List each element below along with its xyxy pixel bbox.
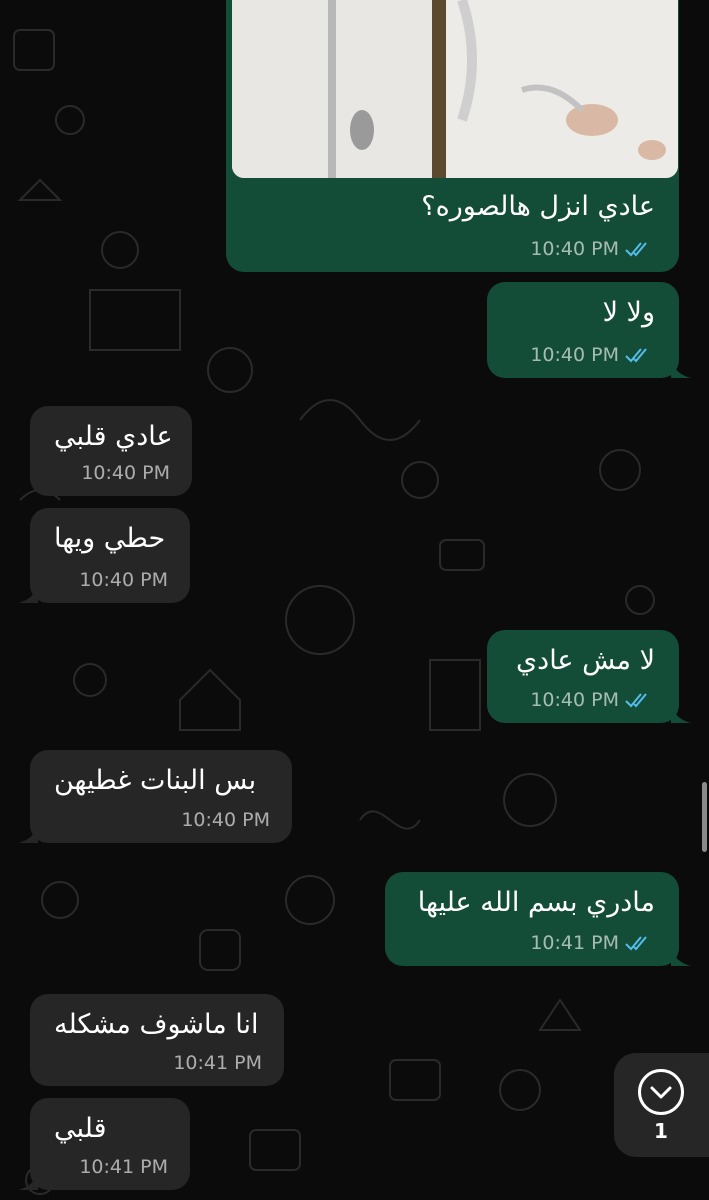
message-meta: 10:41 PM: [79, 1156, 168, 1178]
message-time: 10:40 PM: [181, 809, 270, 831]
message-meta: 10:40 PM: [181, 809, 270, 831]
incoming-message[interactable]: قلبي 10:41 PM: [18, 1098, 190, 1190]
bubble-tail: [18, 825, 38, 843]
outgoing-message[interactable]: لا مش عادي 10:40 PM: [487, 630, 691, 723]
unread-count-badge: 1: [654, 1119, 668, 1143]
message-time: 10:40 PM: [79, 569, 168, 591]
read-receipt-icon: [625, 348, 647, 363]
message-meta: 10:40 PM: [530, 344, 653, 366]
chevron-down-icon: [638, 1069, 684, 1115]
message-meta: 10:40 PM: [79, 569, 168, 591]
incoming-message[interactable]: انا ماشوف مشكله 10:41 PM: [30, 994, 284, 1086]
bubble-tail: [671, 705, 691, 723]
message-meta: 10:40 PM: [81, 462, 170, 484]
message-time: 10:40 PM: [530, 238, 619, 260]
message-meta: 10:41 PM: [173, 1052, 262, 1074]
message-time: 10:40 PM: [81, 462, 170, 484]
message-text: انا ماشوف مشكله: [54, 1009, 259, 1040]
message-time: 10:41 PM: [173, 1052, 262, 1074]
bubble-tail: [18, 585, 38, 603]
message-text: لا مش عادي: [516, 645, 655, 676]
message-time: 10:41 PM: [530, 932, 619, 954]
outgoing-message[interactable]: مادري بسم الله عليها 10:41 PM: [385, 872, 691, 966]
read-receipt-icon: [625, 936, 647, 951]
bubble-tail: [671, 948, 691, 966]
message-text: عادي انزل هالصوره؟: [421, 191, 655, 222]
message-time: 10:40 PM: [530, 344, 619, 366]
outgoing-photo-message[interactable]: عادي انزل هالصوره؟ 10:40 PM: [226, 0, 679, 272]
incoming-message[interactable]: بس البنات غطيهن 10:40 PM: [18, 750, 292, 843]
message-time: 10:41 PM: [79, 1156, 168, 1178]
scroll-to-bottom-button[interactable]: 1: [614, 1053, 709, 1157]
message-text: ولا لا: [602, 297, 655, 328]
incoming-message[interactable]: حطي ويها 10:40 PM: [18, 508, 190, 603]
incoming-message[interactable]: عادي قلبي 10:40 PM: [30, 406, 192, 496]
message-meta: 10:40 PM: [530, 689, 653, 711]
message-text: قلبي: [54, 1113, 107, 1144]
bubble-tail: [671, 360, 691, 378]
bubble-tail: [18, 1172, 38, 1190]
message-text: عادي قلبي: [54, 421, 173, 452]
outgoing-message[interactable]: ولا لا 10:40 PM: [487, 282, 691, 378]
scrollbar-thumb[interactable]: [702, 782, 707, 852]
message-text: حطي ويها: [54, 523, 166, 554]
message-text: بس البنات غطيهن: [54, 765, 257, 796]
message-text: مادري بسم الله عليها: [417, 887, 655, 918]
message-meta: 10:40 PM: [530, 238, 653, 260]
message-meta: 10:41 PM: [530, 932, 653, 954]
message-time: 10:40 PM: [530, 689, 619, 711]
read-receipt-icon: [625, 693, 647, 708]
read-receipt-icon: [625, 242, 647, 257]
message-photo[interactable]: [232, 0, 678, 178]
